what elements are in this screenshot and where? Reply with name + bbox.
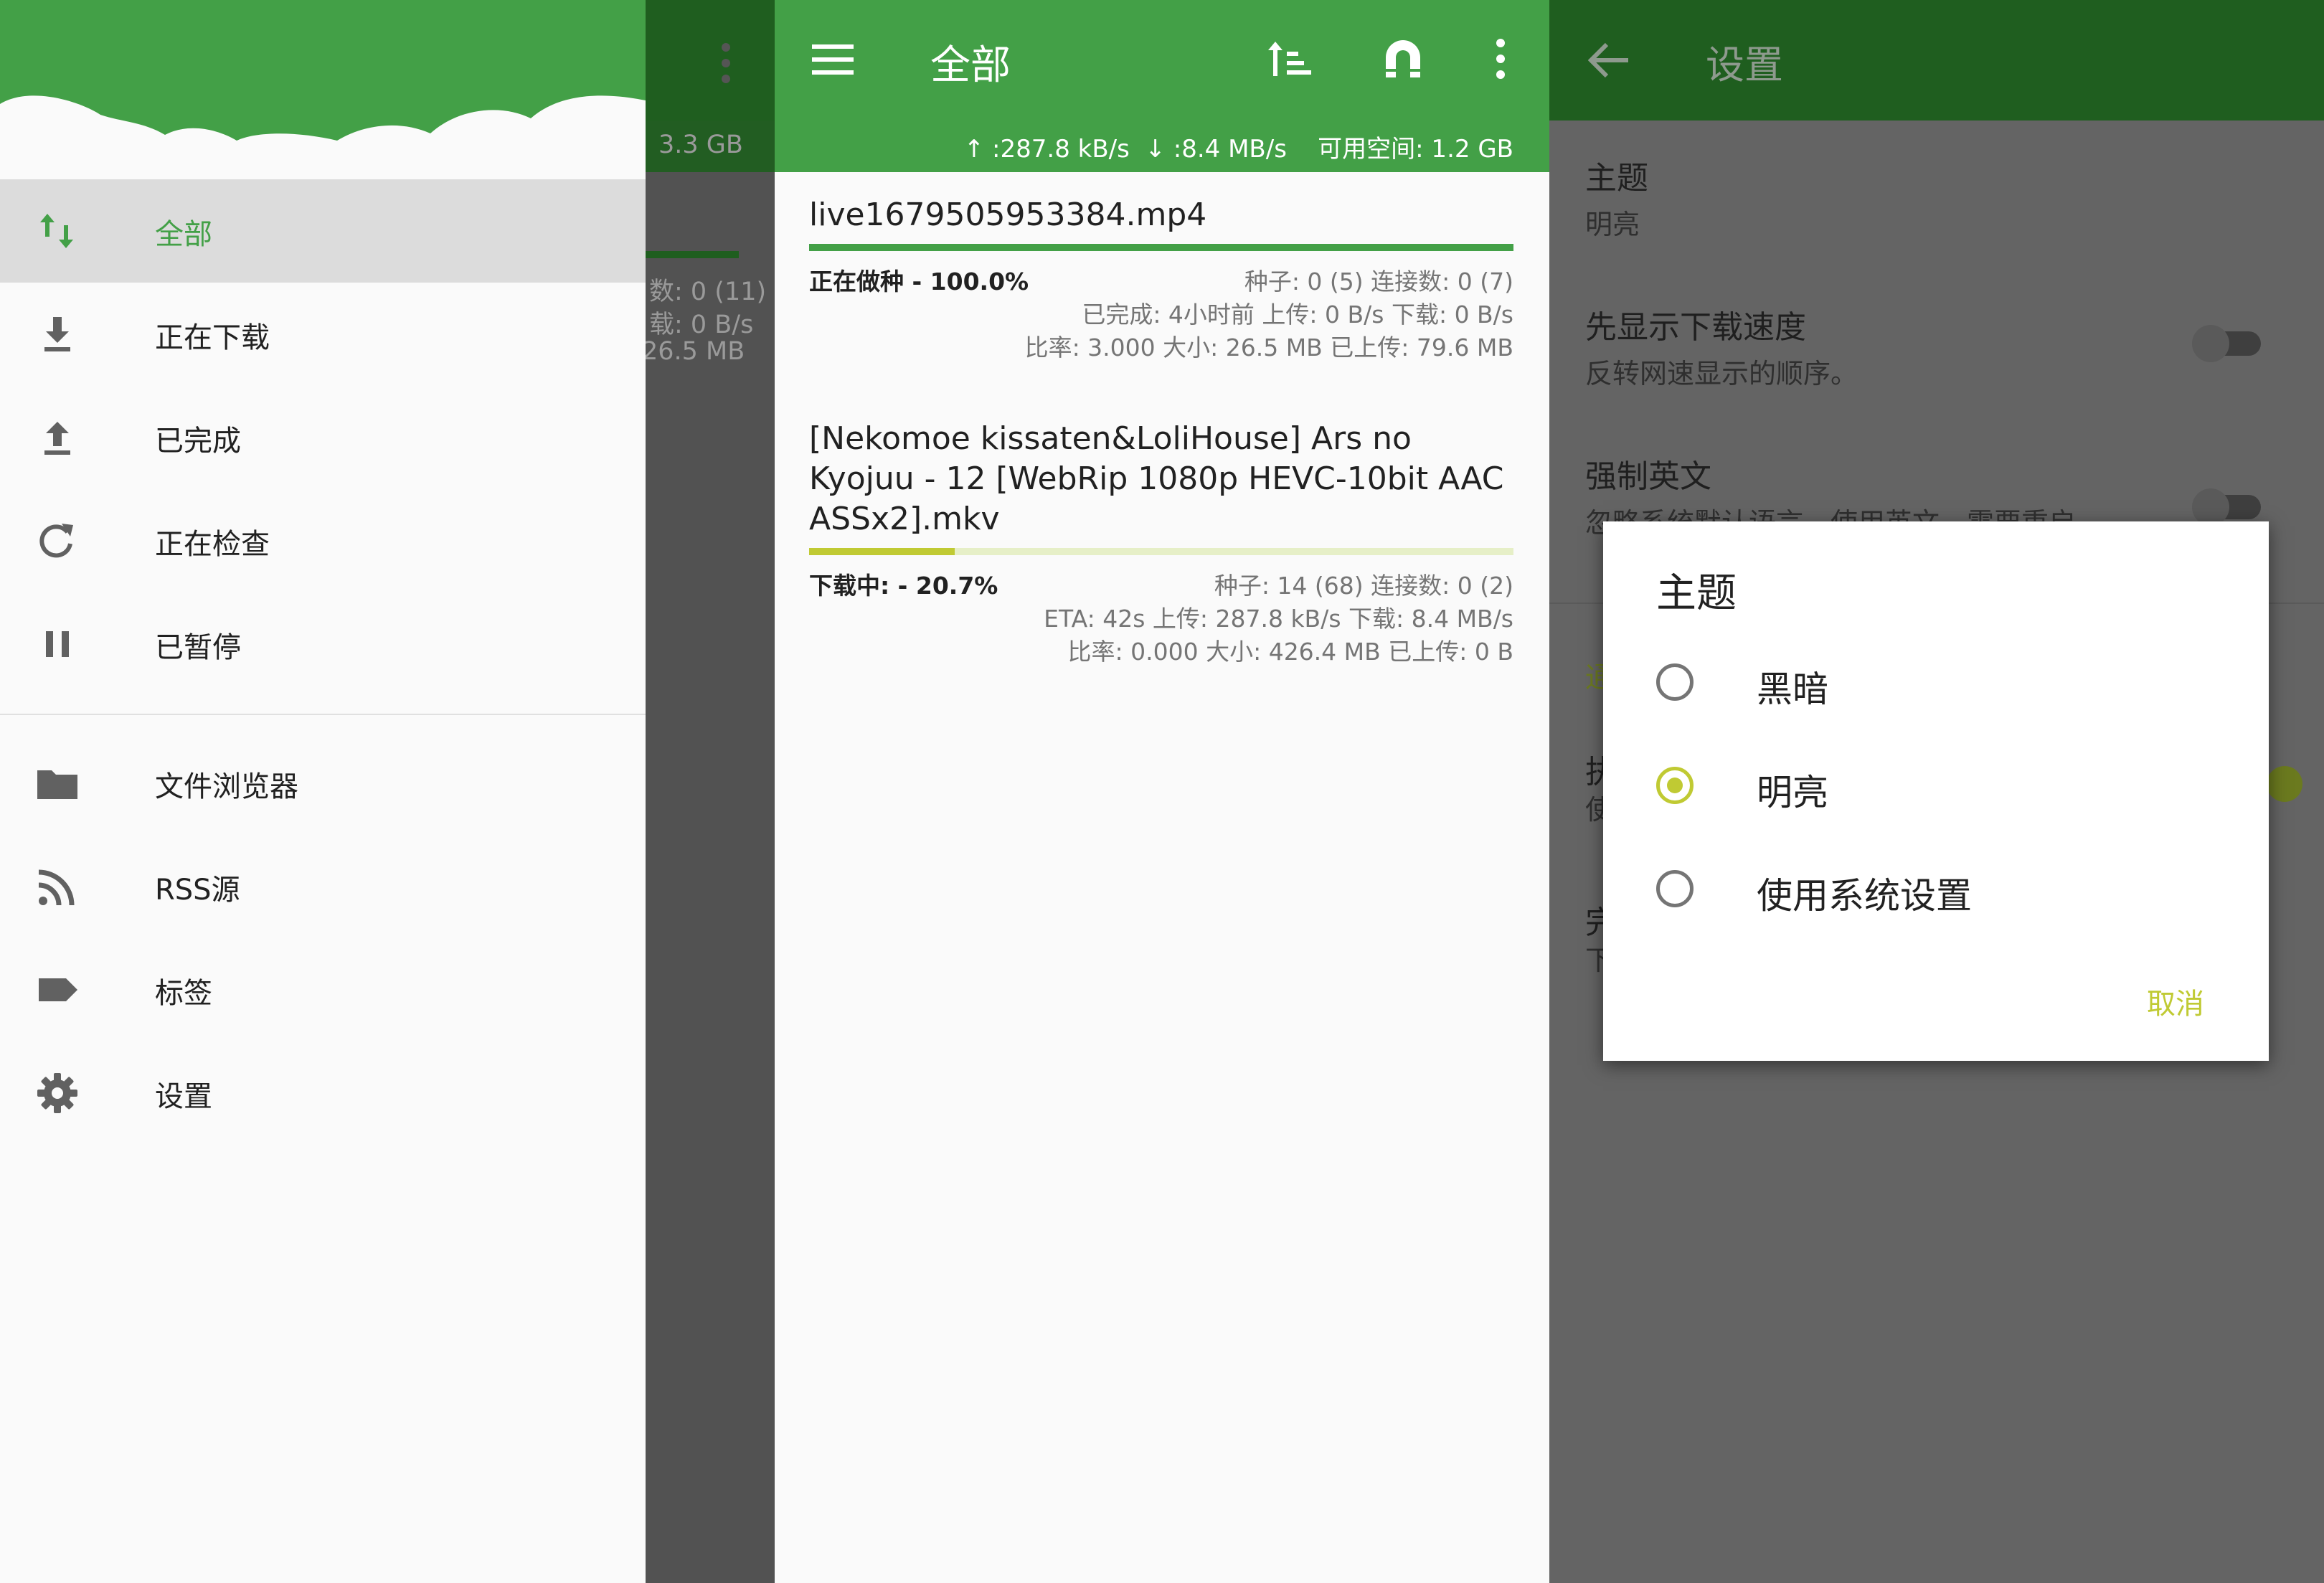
- menu-icon[interactable]: [812, 42, 855, 77]
- upload-icon: [44, 422, 70, 455]
- label-icon: [39, 978, 77, 1001]
- setting-title: 强制英文: [1585, 458, 1711, 495]
- torrent-row: 正在做种 - 100.0% 种子: 0 (5) 连接数: 0 (7): [809, 260, 1513, 296]
- setting-summary: 反转网速显示的顺序。: [1585, 358, 1858, 389]
- nav-item-tags[interactable]: 标签: [0, 938, 646, 1041]
- sort-icon[interactable]: [1267, 37, 1313, 80]
- option-label: 使用系统设置: [1757, 875, 1972, 917]
- nav-item-paused[interactable]: 已暂停: [0, 592, 646, 696]
- nav-item-settings[interactable]: 设置: [0, 1041, 646, 1145]
- nav-item-checking[interactable]: 正在检查: [0, 489, 646, 592]
- setting-theme[interactable]: 主题 明亮: [1585, 152, 1648, 242]
- progress-fill: [809, 244, 1513, 251]
- app-bar: 全部 ↑ :287.8 kB/s ↓ :8.4 MB/s 可用空间: 1.2 G…: [775, 0, 1549, 172]
- torrent-status: 正在做种 - 100.0%: [809, 268, 1029, 296]
- torrent-row: 已完成: 4小时前 上传: 0 B/s 下载: 0 B/s: [809, 293, 1513, 329]
- torrent-row: ETA: 42s 上传: 287.8 kB/s 下载: 8.4 MB/s: [809, 597, 1513, 633]
- toggle-switch[interactable]: [2192, 325, 2261, 362]
- torrent-seeds: 种子: 0 (5) 连接数: 0 (7): [1244, 268, 1513, 296]
- progress-bar: [809, 244, 1513, 251]
- nav-label: 已暂停: [155, 631, 241, 664]
- theme-dialog: 主题 黑暗 明亮 使用系统设置 取消: [1603, 521, 2269, 1061]
- torrent-row: 下载中: - 20.7% 种子: 14 (68) 连接数: 0 (2): [809, 564, 1513, 600]
- setting-title: 先显示下载速度: [1585, 309, 1806, 346]
- toggle-knob: [2192, 488, 2229, 526]
- free-space-dimmed: 3.3 GB: [658, 131, 743, 159]
- toggle-knob-on[interactable]: [2267, 766, 2302, 802]
- nav-item-completed[interactable]: 已完成: [0, 386, 646, 489]
- pause-icon: [46, 631, 69, 657]
- rss-icon: [38, 869, 75, 906]
- speed-summary: ↑ :287.8 kB/s ↓ :8.4 MB/s 可用空间: 1.2 GB: [964, 129, 1513, 164]
- toggle-switch[interactable]: [2192, 488, 2261, 526]
- nav-label: 文件浏览器: [155, 770, 298, 803]
- toggle-knob: [2192, 325, 2229, 362]
- progress-fill: [809, 548, 955, 555]
- option-label: 明亮: [1757, 772, 1828, 813]
- drawer-header-clouds: [0, 0, 646, 179]
- torrent-name: [Nekomoe kissaten&LoliHouse] Ars no Kyoj…: [809, 420, 1504, 537]
- cancel-button[interactable]: 取消: [2147, 980, 2204, 1022]
- refresh-icon: [39, 524, 73, 558]
- torrent-row: 比率: 0.000 大小: 426.4 MB 已上传: 0 B: [809, 630, 1513, 666]
- dimmed-text: 载: 0 B/s: [649, 311, 754, 339]
- download-speed: ↓ :8.4 MB/s: [1145, 135, 1287, 164]
- nav-label: 全部: [155, 218, 212, 251]
- app-bar-dimmed: 设置: [1549, 0, 2324, 121]
- torrent-speeds: 已完成: 4小时前 上传: 0 B/s 下载: 0 B/s: [1082, 301, 1513, 329]
- setting-show-download-first[interactable]: 先显示下载速度 反转网速显示的顺序。: [1585, 301, 1858, 391]
- page-title: 全部: [930, 42, 1011, 89]
- radio-button[interactable]: [1656, 663, 1694, 701]
- dimmed-text: 数: 0 (11): [649, 278, 767, 306]
- upload-speed: ↑ :287.8 kB/s: [963, 135, 1130, 164]
- torrent-item[interactable]: live1679505953384.mp4 正在做种 - 100.0% 种子: …: [809, 195, 1513, 362]
- folder-icon: [37, 770, 77, 799]
- navigation-drawer: 全部 正在下载 已完成 正在检查 已暂停 文件浏览器 RSS源 标签 设置: [0, 0, 646, 1583]
- radio-button[interactable]: [1656, 870, 1694, 907]
- more-vert-icon[interactable]: [1492, 37, 1509, 80]
- settings-screen: 设置 主题 明亮 先显示下载速度 反转网速显示的顺序。 强制英文 忽略系统默认语…: [1549, 0, 2324, 1583]
- free-space: 可用空间: 1.2 GB: [1318, 135, 1513, 164]
- torrent-list-screen: 全部 ↑ :287.8 kB/s ↓ :8.4 MB/s 可用空间: 1.2 G…: [775, 0, 1549, 1583]
- nav-label: 正在检查: [155, 528, 270, 561]
- torrent-seeds: 种子: 14 (68) 连接数: 0 (2): [1214, 572, 1513, 600]
- nav-label: 标签: [155, 977, 212, 1010]
- magnet-icon[interactable]: [1381, 37, 1425, 80]
- option-label: 黑暗: [1757, 668, 1828, 710]
- theme-option-light[interactable]: 明亮: [1656, 754, 2230, 826]
- torrent-row: 比率: 3.000 大小: 26.5 MB 已上传: 79.6 MB: [809, 326, 1513, 362]
- torrent-stats: 比率: 0.000 大小: 426.4 MB 已上传: 0 B: [1067, 638, 1513, 666]
- dialog-title: 主题: [1656, 570, 1737, 617]
- drawer-screen: 3.3 GB 数: 0 (11) 载: 0 B/s 26.5 MB 全部 正在下…: [0, 0, 775, 1583]
- swap-vert-icon: [40, 214, 73, 248]
- torrent-stats: 比率: 3.000 大小: 26.5 MB 已上传: 79.6 MB: [1024, 334, 1513, 362]
- gear-icon: [37, 1073, 77, 1113]
- nav-label: 设置: [155, 1080, 212, 1113]
- torrent-item[interactable]: [Nekomoe kissaten&LoliHouse] Ars no Kyoj…: [809, 419, 1513, 666]
- nav-item-downloading[interactable]: 正在下载: [0, 283, 646, 386]
- torrent-status: 下载中: - 20.7%: [809, 572, 998, 600]
- setting-summary: 明亮: [1585, 209, 1640, 240]
- radio-button-selected[interactable]: [1656, 767, 1694, 804]
- drawer-divider: [0, 714, 646, 715]
- nav-item-all[interactable]: 全部: [0, 179, 646, 283]
- progress-dimmed: [646, 251, 739, 258]
- theme-option-dark[interactable]: 黑暗: [1656, 651, 2230, 722]
- dimmed-text: 26.5 MB: [642, 337, 745, 366]
- more-vert-icon: [722, 43, 730, 83]
- setting-title: 主题: [1585, 160, 1648, 197]
- nav-label: 已完成: [155, 425, 241, 458]
- progress-bar: [809, 548, 1513, 555]
- nav-label: 正在下载: [155, 321, 270, 354]
- back-arrow-icon[interactable]: [1588, 42, 1630, 79]
- nav-item-rss[interactable]: RSS源: [0, 835, 646, 938]
- theme-option-system[interactable]: 使用系统设置: [1656, 857, 2230, 929]
- nav-item-file-browser[interactable]: 文件浏览器: [0, 732, 646, 835]
- page-title: 设置: [1706, 42, 1783, 88]
- torrent-speeds: ETA: 42s 上传: 287.8 kB/s 下载: 8.4 MB/s: [1044, 605, 1513, 633]
- nav-label: RSS源: [155, 874, 240, 907]
- download-icon: [44, 317, 70, 351]
- torrent-name: live1679505953384.mp4: [809, 197, 1207, 233]
